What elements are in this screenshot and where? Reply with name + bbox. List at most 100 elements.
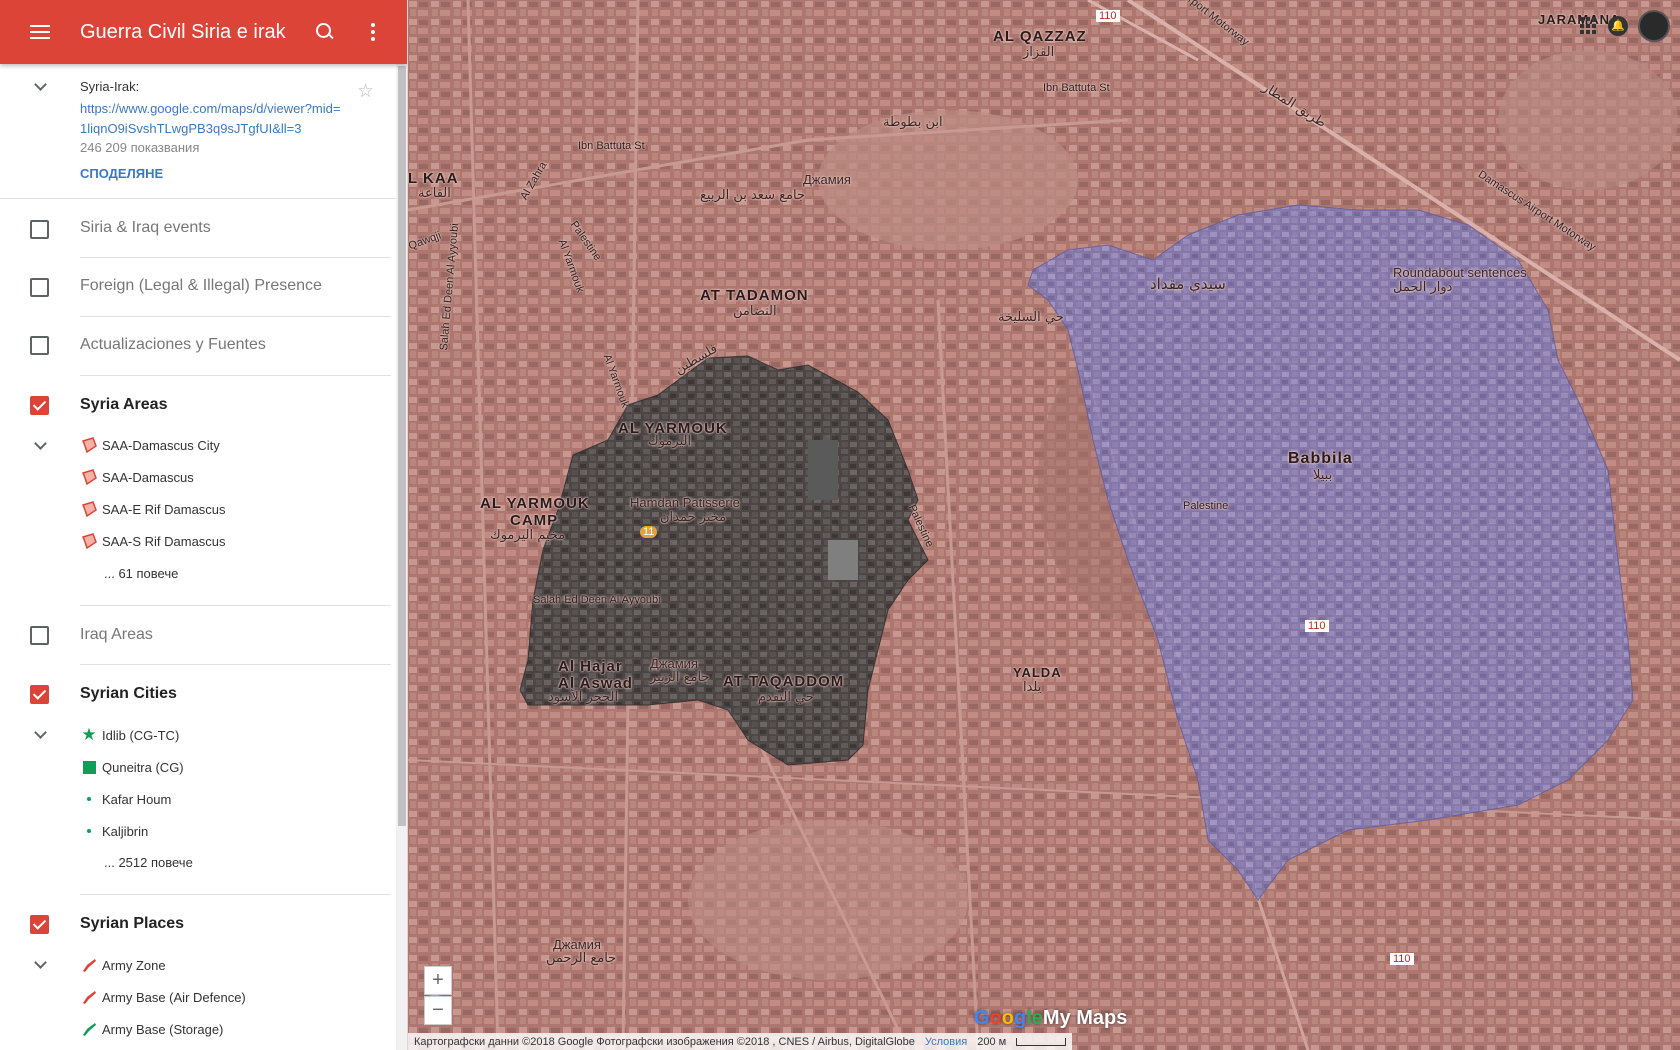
scale-bar [1016, 1037, 1067, 1046]
list-item[interactable]: SAA-Damascus City [80, 434, 220, 456]
zoom-out-button[interactable]: − [424, 996, 452, 1025]
satellite-imagery [408, 0, 1680, 1050]
item-label: SAA-E Rif Damascus [102, 501, 226, 517]
chevron-down-icon[interactable] [34, 437, 47, 450]
logo-text: My Maps [1042, 1007, 1128, 1029]
item-label: Kafar Houm [102, 791, 172, 807]
map-attribution: Картографски данни ©2018 Google Фотограф… [408, 1033, 1073, 1050]
map-label: Ibn Battuta St [1043, 82, 1110, 94]
layer-siria-iraq-events[interactable]: Siria & Iraq events [0, 199, 396, 258]
share-button[interactable]: СПОДЕЛЯНЕ [80, 166, 163, 181]
item-label: Quneitra (CG) [102, 759, 184, 775]
route-shield: 110 [1305, 620, 1329, 632]
layer-syrian-places[interactable]: Syrian Places Army Zone Army Base (Air D… [0, 895, 396, 1050]
item-label: Kaljibrin [102, 823, 149, 839]
more-vert-icon[interactable] [361, 20, 385, 44]
route-badge: 11 [640, 526, 658, 538]
apps-grid-icon[interactable] [1580, 17, 1598, 35]
map-label: AT TADAMON [700, 287, 809, 304]
list-item[interactable]: Kafar Houm [80, 788, 171, 810]
list-item[interactable]: SAA-E Rif Damascus [80, 498, 226, 520]
map-label: التضامن [733, 304, 777, 319]
map-label: القزاز [1023, 45, 1055, 60]
layer-checkbox[interactable] [30, 336, 49, 355]
list-item[interactable]: ★ Idlib (CG-TC) [80, 724, 179, 746]
list-item[interactable]: SAA-Damascus [80, 466, 194, 488]
map-label: Джамия [650, 656, 698, 671]
map-label: الحجر الأسود [548, 690, 619, 705]
map-label: Джамия [803, 172, 851, 187]
polygon-icon [80, 468, 98, 486]
list-item[interactable]: SAA-S Rif Damascus [80, 530, 226, 552]
header: Guerra Civil Siria e irak [0, 0, 407, 64]
square-marker-icon [80, 758, 98, 776]
layer-syrian-cities[interactable]: Syrian Cities ★ Idlib (CG-TC) Quneitra (C… [0, 665, 396, 895]
layer-syria-areas[interactable]: Syria Areas SAA-Damascus City SAA-Damasc… [0, 376, 396, 606]
map-label: يلدا [1023, 680, 1042, 695]
info-label: Syria-Irak: [80, 79, 140, 94]
layer-name: Syrian Places [80, 915, 185, 932]
map-label: Al Hajar [558, 658, 623, 675]
map-label: ببيلا [1313, 468, 1333, 483]
map-label: مخبز حمدان [660, 510, 727, 525]
rifle-icon [80, 988, 98, 1006]
more-items-link[interactable]: ... 61 повече [104, 566, 178, 581]
chevron-down-icon[interactable] [34, 956, 47, 969]
notifications-icon[interactable]: 🔔 [1608, 16, 1628, 36]
map-label: حي التقدم [758, 690, 814, 705]
layer-iraq-areas[interactable]: Iraq Areas [0, 606, 396, 665]
list-item[interactable]: Quneitra (CG) [80, 756, 184, 778]
layer-foreign-presence[interactable]: Foreign (Legal & Illegal) Presence [0, 258, 396, 317]
terms-link[interactable]: Условия [925, 1036, 967, 1048]
scrollbar-thumb[interactable] [398, 66, 406, 826]
list-item[interactable]: Army Base (Air Defence) [80, 986, 246, 1008]
layer-checkbox[interactable] [30, 626, 49, 645]
list-item[interactable]: Kaljibrin [80, 820, 148, 842]
layer-checkbox-checked[interactable] [30, 915, 49, 934]
list-item[interactable]: Army Zone [80, 954, 166, 976]
map-canvas[interactable]: AL QAZZAZ القزاز Ibn Battuta St ابن بطوط… [408, 0, 1680, 1050]
avatar[interactable] [1638, 10, 1670, 42]
item-label: SAA-S Rif Damascus [102, 533, 226, 549]
menu-icon[interactable] [30, 24, 52, 40]
logo-letter: G [974, 1007, 990, 1029]
polygon-icon [80, 436, 98, 454]
map-label: Salah Ed Deen Al Ayyoubi [533, 594, 661, 606]
layer-checkbox[interactable] [30, 220, 49, 239]
item-label: Idlib (CG-TC) [102, 727, 180, 743]
item-label: Army Zone [102, 957, 166, 973]
layer-checkbox-checked[interactable] [30, 685, 49, 704]
chevron-down-icon[interactable] [34, 78, 47, 91]
attribution-text: Картографски данни ©2018 Google Фотограф… [414, 1035, 915, 1048]
list-item[interactable]: Army Base (Storage) [80, 1018, 223, 1040]
star-marker-icon: ★ [81, 725, 97, 744]
layer-actualizaciones[interactable]: Actualizaciones y Fuentes [0, 317, 396, 376]
item-label: SAA-Damascus [102, 469, 194, 485]
map-label: CAMP [510, 512, 559, 529]
more-items-link[interactable]: ... 2512 повече [104, 855, 193, 870]
map-title: Guerra Civil Siria e irak [80, 20, 286, 43]
account-controls: 🔔 [1580, 10, 1670, 42]
layer-checkbox-checked[interactable] [30, 396, 49, 415]
map-label: حي السليخة [998, 310, 1064, 325]
map-label: Джамия [553, 937, 601, 952]
layer-name: Iraq Areas [80, 626, 153, 643]
star-icon[interactable]: ☆ [357, 80, 374, 103]
search-icon[interactable] [313, 20, 337, 44]
item-label: Army Base (Air Defence) [102, 989, 246, 1005]
map-label: مخيم اليرموك [490, 528, 566, 543]
info-url-link[interactable]: https://www.google.com/maps/d/viewer?mid… [80, 99, 342, 139]
sidebar: Guerra Civil Siria e irak Syria-Irak: ht… [0, 0, 408, 1050]
logo-letter: o [1001, 1007, 1014, 1029]
map-label: L KAA [408, 170, 459, 187]
layer-name: Syria Areas [80, 396, 168, 413]
map-label: ابن بطوطة [883, 115, 943, 130]
map-label: Hamdan Patisserie [630, 495, 740, 510]
layer-name: Foreign (Legal & Illegal) Presence [80, 277, 322, 294]
route-shield: 110 [1390, 953, 1414, 965]
chevron-down-icon[interactable] [34, 726, 47, 739]
layer-checkbox[interactable] [30, 278, 49, 297]
zoom-in-button[interactable]: + [424, 966, 452, 995]
map-label: AL YARMOUK [480, 495, 590, 512]
map-label: YALDA [1013, 665, 1062, 680]
